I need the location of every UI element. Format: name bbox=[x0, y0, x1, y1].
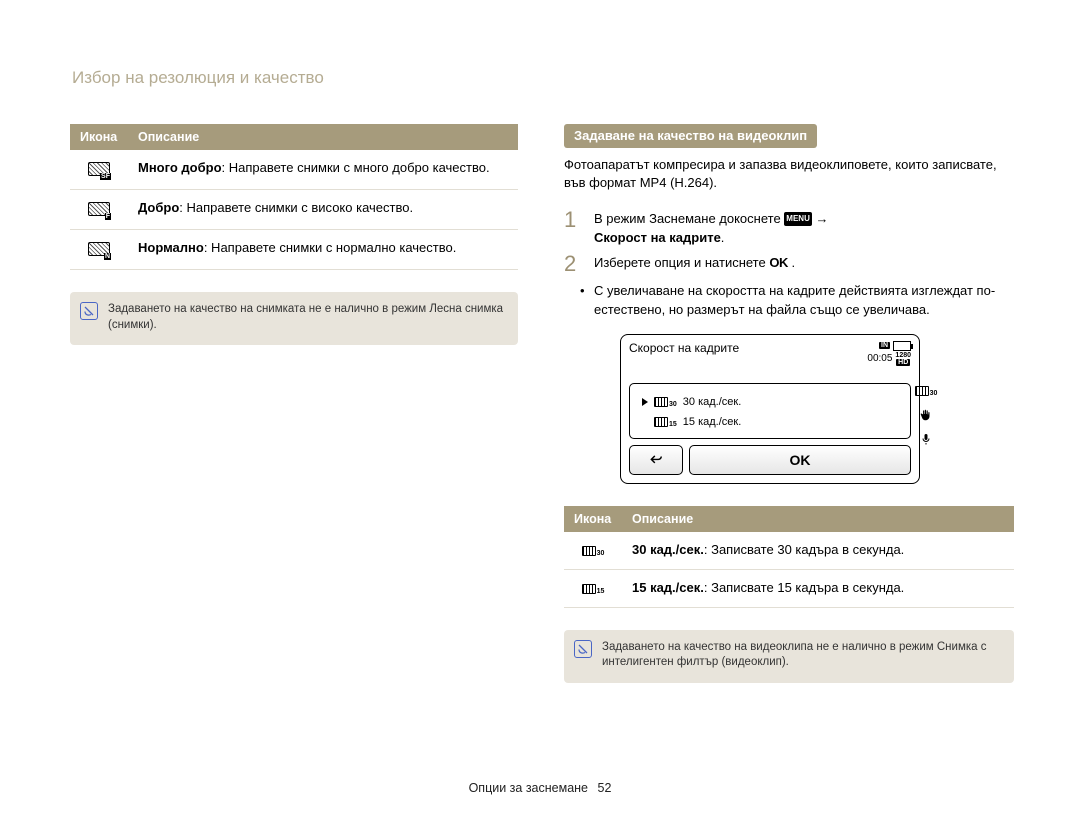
th-icon: Икона bbox=[70, 124, 128, 150]
step-2: 2 Изберете опция и натиснете OK . bbox=[564, 252, 1014, 276]
microphone-icon bbox=[918, 432, 934, 446]
row-bold: 30 кад./сек. bbox=[632, 542, 704, 557]
left-note-box: Задаването на качество на снимката не е … bbox=[70, 292, 518, 345]
table-row: Много добро: Направете снимки с много до… bbox=[70, 150, 518, 190]
row-rest: : Записвате 15 кадъра в секунда. bbox=[704, 580, 904, 595]
page-title: Избор на резолюция и качество bbox=[72, 68, 1014, 88]
row-bold: Много добро bbox=[138, 160, 222, 175]
device-option-15[interactable]: 15 15 кад./сек. bbox=[638, 414, 902, 430]
right-note-box: Задаването на качество на видеоклипа не … bbox=[564, 630, 1014, 683]
table-row: 15 15 кад./сек.: Записвате 15 кадъра в с… bbox=[564, 569, 1014, 607]
step1-text-a: В режим Заснемане докоснете bbox=[594, 211, 784, 226]
device-time: 00:05 bbox=[867, 353, 892, 364]
step1-arrow: → bbox=[815, 211, 828, 226]
device-status: IN 00:05 1280 HD bbox=[867, 341, 911, 366]
menu-icon: MENU bbox=[784, 212, 812, 226]
row-rest: : Направете снимки с нормално качество. bbox=[204, 240, 457, 255]
row-rest: : Направете снимки с много добро качеств… bbox=[222, 160, 490, 175]
device-res-badge: 1280 bbox=[895, 352, 911, 359]
step1-bold: Скорост на кадрите bbox=[594, 230, 721, 245]
table-row: 30 30 кад./сек.: Записвате 30 кадъра в с… bbox=[564, 532, 1014, 570]
row-bold: Нормално bbox=[138, 240, 204, 255]
step2-after: . bbox=[788, 255, 795, 270]
step-number: 1 bbox=[564, 208, 584, 248]
th-icon: Икона bbox=[564, 506, 622, 532]
ok-inline-icon: OK bbox=[769, 255, 788, 270]
page-footer: Опции за заснемане 52 bbox=[0, 781, 1080, 795]
info-icon bbox=[574, 640, 592, 658]
device-screen: Скорост на кадрите IN 00:05 1280 HD bbox=[620, 334, 920, 484]
device-option-15-label: 15 кад./сек. bbox=[683, 416, 741, 428]
right-column: Задаване на качество на видеоклип Фотоап… bbox=[564, 124, 1014, 683]
film-15-icon: 15 bbox=[582, 584, 605, 594]
device-back-button[interactable] bbox=[629, 445, 683, 475]
columns: Икона Описание Много добро: Направете сн… bbox=[70, 124, 1014, 683]
table-row: Нормално: Направете снимки с нормално ка… bbox=[70, 230, 518, 270]
bullet-note: •С увеличаване на скоростта на кадрите д… bbox=[564, 282, 1014, 320]
device-option-30-label: 30 кад./сек. bbox=[683, 396, 741, 408]
info-icon bbox=[80, 302, 98, 320]
quality-superfine-icon bbox=[88, 162, 110, 176]
device-option-list: 30 30 кад./сек. 15 15 кад./сек. 30 bbox=[629, 383, 911, 439]
hd-badge-icon: HD bbox=[896, 359, 910, 366]
right-note-text: Задаването на качество на видеоклипа не … bbox=[602, 640, 1002, 671]
back-arrow-icon bbox=[647, 453, 665, 467]
table-row: Добро: Направете снимки с високо качеств… bbox=[70, 190, 518, 230]
step2-text-a: Изберете опция и натиснете bbox=[594, 255, 769, 270]
bullet-text: С увеличаване на скоростта на кадрите де… bbox=[594, 283, 995, 317]
film-30-icon: 30 bbox=[654, 397, 677, 407]
selection-indicator-icon bbox=[642, 398, 648, 406]
device-option-30[interactable]: 30 30 кад./сек. bbox=[638, 394, 902, 410]
row-bold: Добро bbox=[138, 200, 179, 215]
battery-icon bbox=[893, 341, 911, 351]
film-side-icon: 30 bbox=[918, 384, 934, 398]
in-badge-icon: IN bbox=[879, 342, 890, 349]
footer-label: Опции за заснемане bbox=[469, 781, 588, 795]
quality-normal-icon bbox=[88, 242, 110, 256]
quality-table: Икона Описание Много добро: Направете сн… bbox=[70, 124, 518, 270]
left-note-text: Задаването на качество на снимката не е … bbox=[108, 302, 506, 333]
row-bold: 15 кад./сек. bbox=[632, 580, 704, 595]
hand-icon bbox=[918, 408, 934, 422]
page-number: 52 bbox=[598, 781, 612, 795]
th-desc: Описание bbox=[622, 506, 1014, 532]
device-title: Скорост на кадрите bbox=[629, 341, 739, 355]
th-desc: Описание bbox=[128, 124, 518, 150]
step-1: 1 В режим Заснемане докоснете MENU → Ско… bbox=[564, 208, 1014, 248]
device-ok-button[interactable]: OK bbox=[689, 445, 911, 475]
section-heading: Задаване на качество на видеоклип bbox=[564, 124, 817, 148]
left-column: Икона Описание Много добро: Направете сн… bbox=[70, 124, 518, 683]
row-rest: : Записвате 30 кадъра в секунда. bbox=[704, 542, 904, 557]
quality-fine-icon bbox=[88, 202, 110, 216]
film-15-icon: 15 bbox=[654, 417, 677, 427]
row-rest: : Направете снимки с високо качество. bbox=[179, 200, 413, 215]
step-number: 2 bbox=[564, 252, 584, 276]
section-intro: Фотоапаратът компресира и запазва видеок… bbox=[564, 156, 1014, 192]
film-30-icon: 30 bbox=[582, 546, 605, 556]
framerate-table: Икона Описание 30 30 кад./сек.: Записват… bbox=[564, 506, 1014, 608]
step1-after: . bbox=[721, 230, 725, 245]
